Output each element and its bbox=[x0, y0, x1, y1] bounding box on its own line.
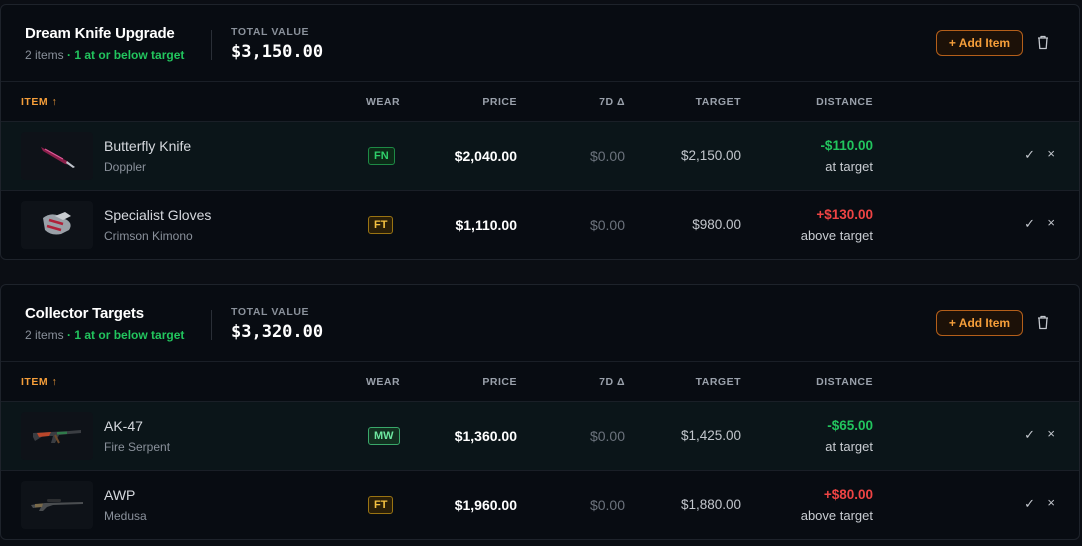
wear-badge: FT bbox=[368, 216, 394, 234]
watchlist-panel: Dream Knife Upgrade 2 items · 1 at or be… bbox=[0, 4, 1080, 260]
item-name: AK-47 bbox=[104, 418, 143, 434]
item-distance: -$65.00 bbox=[827, 418, 873, 433]
total-value-label: TOTAL VALUE bbox=[231, 306, 310, 318]
wear-badge: FN bbox=[368, 147, 395, 165]
close-icon[interactable]: × bbox=[1047, 495, 1055, 510]
total-value-label: TOTAL VALUE bbox=[231, 26, 310, 38]
close-icon[interactable]: × bbox=[1047, 146, 1055, 161]
column-distance[interactable]: DISTANCE bbox=[816, 96, 873, 108]
item-price: $1,360.00 bbox=[454, 428, 517, 444]
close-icon[interactable]: × bbox=[1047, 215, 1055, 230]
item-target: $1,880.00 bbox=[680, 497, 741, 512]
table-row[interactable]: Butterfly Knife Doppler FN $2,040.00 $0.… bbox=[1, 122, 1079, 191]
target-status: · 1 at or below target bbox=[67, 48, 185, 62]
sniper-rifle-icon bbox=[21, 481, 93, 529]
item-target: $980.00 bbox=[692, 217, 741, 232]
header-divider bbox=[211, 310, 212, 340]
item-7d-change: $0.00 bbox=[589, 148, 625, 164]
trash-icon[interactable] bbox=[1037, 35, 1049, 50]
column-target[interactable]: TARGET bbox=[696, 96, 741, 108]
target-status: · 1 at or below target bbox=[67, 328, 185, 342]
close-icon[interactable]: × bbox=[1047, 426, 1055, 441]
trash-icon[interactable] bbox=[1037, 315, 1049, 330]
column-item[interactable]: ITEM ↑ bbox=[21, 376, 57, 388]
item-7d-change: $0.00 bbox=[589, 497, 625, 513]
column-wear[interactable]: WEAR bbox=[366, 376, 400, 388]
column-price[interactable]: PRICE bbox=[482, 376, 517, 388]
list-summary: 2 items · 1 at or below target bbox=[25, 48, 184, 62]
watchlist-panel: Collector Targets 2 items · 1 at or belo… bbox=[0, 284, 1080, 540]
list-title: Dream Knife Upgrade bbox=[25, 25, 175, 42]
column-wear[interactable]: WEAR bbox=[366, 96, 400, 108]
distance-note: above target bbox=[800, 228, 873, 243]
check-icon[interactable]: ✓ bbox=[1024, 427, 1035, 443]
item-price: $1,110.00 bbox=[455, 217, 517, 233]
list-summary: 2 items · 1 at or below target bbox=[25, 328, 184, 342]
distance-note: at target bbox=[825, 159, 873, 174]
item-name: Butterfly Knife bbox=[104, 138, 192, 154]
item-7d-change: $0.00 bbox=[589, 217, 625, 233]
item-variant: Doppler bbox=[104, 160, 147, 174]
total-value: $3,150.00 bbox=[231, 42, 324, 62]
table-header: ITEM ↑ WEAR PRICE 7D Δ TARGET DISTANCE bbox=[1, 82, 1079, 122]
item-target: $1,425.00 bbox=[680, 428, 741, 443]
item-variant: Fire Serpent bbox=[104, 440, 171, 454]
table-row[interactable]: Specialist Gloves Crimson Kimono FT $1,1… bbox=[1, 191, 1079, 259]
item-price: $1,960.00 bbox=[454, 497, 517, 513]
distance-note: above target bbox=[800, 508, 873, 523]
list-title: Collector Targets bbox=[25, 305, 144, 322]
check-icon[interactable]: ✓ bbox=[1024, 496, 1035, 512]
gloves-icon bbox=[21, 201, 93, 249]
rifle-icon bbox=[21, 412, 93, 460]
check-icon[interactable]: ✓ bbox=[1024, 216, 1035, 232]
item-target: $2,150.00 bbox=[680, 148, 741, 163]
item-count: 2 items bbox=[25, 48, 64, 62]
item-distance: +$80.00 bbox=[823, 487, 873, 502]
item-7d-change: $0.00 bbox=[589, 428, 625, 444]
item-distance: +$130.00 bbox=[816, 207, 873, 222]
column-target[interactable]: TARGET bbox=[696, 376, 741, 388]
item-name: Specialist Gloves bbox=[104, 207, 212, 223]
item-price: $2,040.00 bbox=[454, 148, 517, 164]
wear-badge: FT bbox=[368, 496, 394, 514]
total-value: $3,320.00 bbox=[231, 322, 324, 342]
column-7d-change[interactable]: 7D Δ bbox=[599, 376, 625, 388]
item-variant: Medusa bbox=[104, 509, 147, 523]
panel-header: Dream Knife Upgrade 2 items · 1 at or be… bbox=[1, 5, 1079, 82]
table-header: ITEM ↑ WEAR PRICE 7D Δ TARGET DISTANCE bbox=[1, 362, 1079, 402]
item-name: AWP bbox=[104, 487, 136, 503]
add-item-button[interactable]: + Add Item bbox=[936, 30, 1023, 56]
check-icon[interactable]: ✓ bbox=[1024, 147, 1035, 163]
item-variant: Crimson Kimono bbox=[104, 229, 193, 243]
butterfly-knife-icon bbox=[21, 132, 93, 180]
column-7d-change[interactable]: 7D Δ bbox=[599, 96, 625, 108]
column-item[interactable]: ITEM ↑ bbox=[21, 96, 57, 108]
panel-header: Collector Targets 2 items · 1 at or belo… bbox=[1, 285, 1079, 362]
item-count: 2 items bbox=[25, 328, 64, 342]
column-distance[interactable]: DISTANCE bbox=[816, 376, 873, 388]
distance-note: at target bbox=[825, 439, 873, 454]
wear-badge: MW bbox=[368, 427, 400, 445]
add-item-button[interactable]: + Add Item bbox=[936, 310, 1023, 336]
table-row[interactable]: AWP Medusa FT $1,960.00 $0.00 $1,880.00 … bbox=[1, 471, 1079, 539]
table-row[interactable]: AK-47 Fire Serpent MW $1,360.00 $0.00 $1… bbox=[1, 402, 1079, 471]
item-distance: -$110.00 bbox=[820, 138, 873, 153]
header-divider bbox=[211, 30, 212, 60]
column-price[interactable]: PRICE bbox=[482, 96, 517, 108]
